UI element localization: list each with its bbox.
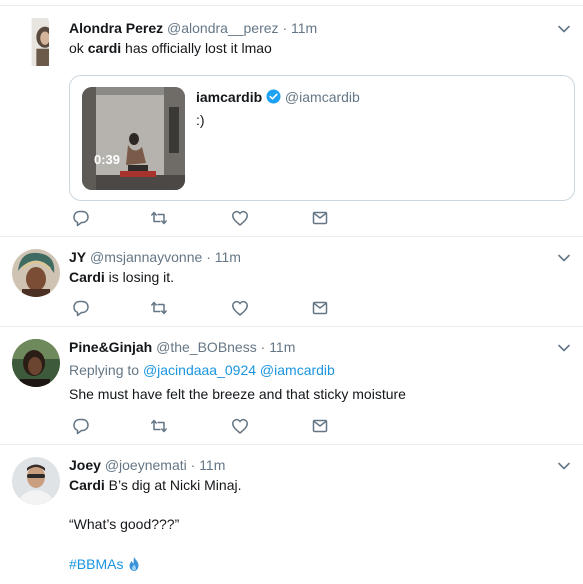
hashtag-line: #BBMAs <box>69 555 141 573</box>
text-part: is losing it. <box>104 269 175 285</box>
tweet-header: Alondra Perez @alondra__perez · 11m <box>69 19 317 37</box>
keyword: Cardi <box>69 269 105 285</box>
like-icon <box>232 300 248 316</box>
replying-to-label: Replying to <box>69 362 143 378</box>
reply-context: Replying to @jacindaaa_0924 @iamcardib <box>69 361 335 379</box>
tweet-jy[interactable]: JY @msjannayvonne · 11m Cardi is losing … <box>0 237 583 327</box>
time-separator: · <box>282 20 288 36</box>
user-handle[interactable]: @the_BOBness <box>156 339 257 355</box>
retweet-button[interactable] <box>150 417 168 435</box>
timestamp[interactable]: 11m <box>269 339 295 355</box>
user-handle[interactable]: @joeynemati <box>105 457 187 473</box>
direct-message-button[interactable] <box>311 209 329 227</box>
like-icon <box>232 418 248 434</box>
avatar[interactable] <box>12 249 60 297</box>
direct-message-button[interactable] <box>311 417 329 435</box>
reply-icon <box>73 300 89 317</box>
tweet-text: ok cardi has officially lost it lmao <box>69 39 272 57</box>
timeline-feed: Alondra Perez @alondra__perez · 11m ok c… <box>0 0 583 584</box>
display-name[interactable]: JY <box>69 249 86 265</box>
reply-icon <box>73 210 89 227</box>
reply-mention[interactable]: @jacindaaa_0924 <box>143 362 256 378</box>
tweet-text: Cardi is losing it. <box>69 268 174 286</box>
quoted-text: :) <box>196 112 205 128</box>
chevron-down-icon[interactable] <box>557 22 571 36</box>
like-button[interactable] <box>231 209 249 227</box>
direct-message-icon <box>312 211 328 225</box>
chevron-down-icon[interactable] <box>557 341 571 355</box>
keyword: cardi <box>87 40 122 56</box>
direct-message-icon <box>312 301 328 315</box>
video-thumbnail[interactable] <box>82 87 185 190</box>
display-name[interactable]: Pine&Ginjah <box>69 339 152 355</box>
quoted-tweet-card[interactable]: 0:39 iamcardib @iamcardib :) <box>69 75 575 201</box>
avatar-photo <box>12 249 60 297</box>
tweet-quote-line: “What’s good???” <box>69 516 180 532</box>
verified-badge-icon <box>266 89 281 104</box>
tweet-header: Pine&Ginjah @the_BOBness · 11m <box>69 338 295 356</box>
video-still <box>82 87 185 190</box>
avatar[interactable] <box>12 339 60 387</box>
display-name[interactable]: Joey <box>69 457 101 473</box>
time-separator: · <box>206 249 211 265</box>
like-icon <box>232 210 248 226</box>
user-handle[interactable]: @msjannayvonne <box>90 249 202 265</box>
retweet-icon <box>151 301 167 315</box>
tweet-text: She must have felt the breeze and that s… <box>69 386 406 402</box>
retweet-icon <box>151 419 167 433</box>
time-separator: · <box>190 457 196 473</box>
retweet-icon <box>151 211 167 225</box>
text-part: has officially lost it lmao <box>121 40 272 56</box>
like-button[interactable] <box>231 417 249 435</box>
display-name[interactable]: Alondra Perez <box>69 20 163 36</box>
avatar-photo <box>31 18 49 66</box>
direct-message-icon <box>312 419 328 433</box>
quoted-user-handle[interactable]: @iamcardib <box>285 89 360 105</box>
reply-button[interactable] <box>72 209 90 227</box>
timestamp[interactable]: 11m <box>215 249 241 265</box>
chevron-down-icon[interactable] <box>557 459 571 473</box>
avatar[interactable] <box>21 18 49 68</box>
text-part: ok <box>69 40 88 56</box>
tweet-actions <box>72 209 342 227</box>
fire-emoji-icon <box>129 557 139 571</box>
direct-message-button[interactable] <box>311 299 329 317</box>
tweet-header: JY @msjannayvonne · 11m <box>69 248 241 266</box>
retweet-button[interactable] <box>150 299 168 317</box>
avatar-photo <box>12 339 60 387</box>
like-button[interactable] <box>231 299 249 317</box>
video-duration: 0:39 <box>94 152 121 167</box>
tweet-header: Joey @joeynemati · 11m <box>69 456 225 474</box>
avatar-photo <box>12 457 60 505</box>
reply-mention[interactable]: @iamcardib <box>260 362 335 378</box>
quoted-display-name[interactable]: iamcardib <box>196 89 262 105</box>
time-separator: · <box>260 339 266 355</box>
chevron-down-icon[interactable] <box>557 251 571 265</box>
reply-icon <box>73 418 89 435</box>
avatar[interactable] <box>12 457 60 505</box>
tweet-pineginjah[interactable]: Pine&Ginjah @the_BOBness · 11m Replying … <box>0 327 583 445</box>
keyword: Cardi <box>69 477 105 493</box>
timestamp[interactable]: 11m <box>199 457 225 473</box>
timestamp[interactable]: 11m <box>291 20 317 36</box>
tweet-text: Cardi B’s dig at Nicki Minaj. <box>69 476 241 494</box>
tweet-joey[interactable]: Joey @joeynemati · 11m Cardi B’s dig at … <box>0 445 583 584</box>
hashtag-link[interactable]: #BBMAs <box>69 556 123 572</box>
user-handle[interactable]: @alondra__perez <box>167 20 279 36</box>
reply-button[interactable] <box>72 417 90 435</box>
reply-button[interactable] <box>72 299 90 317</box>
quoted-header: iamcardib @iamcardib <box>196 88 360 106</box>
retweet-button[interactable] <box>150 209 168 227</box>
tweet-actions <box>72 417 342 435</box>
text-part: B’s dig at Nicki Minaj. <box>104 477 242 493</box>
tweet-actions <box>72 299 342 317</box>
tweet-alondra[interactable]: Alondra Perez @alondra__perez · 11m ok c… <box>0 6 583 237</box>
